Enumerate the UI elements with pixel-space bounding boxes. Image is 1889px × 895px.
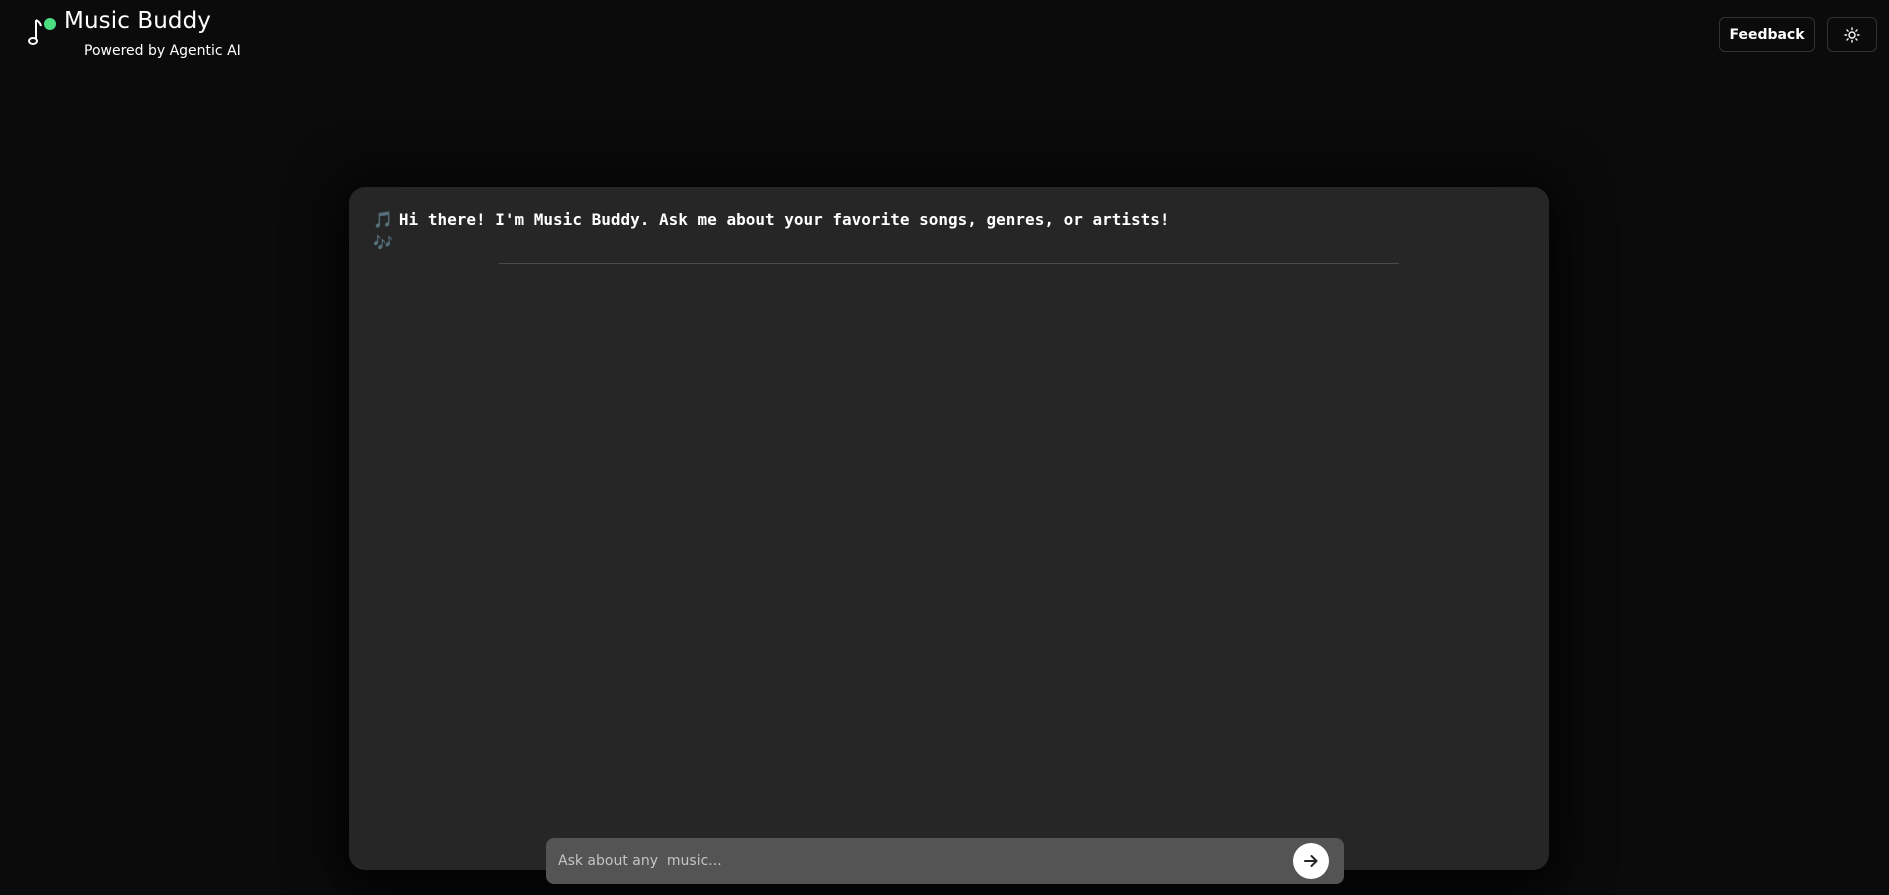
feedback-button[interactable]: Feedback (1719, 17, 1815, 52)
send-button[interactable] (1293, 843, 1329, 879)
app-header: Music Buddy Powered by Agentic AI Feedba… (0, 0, 1889, 70)
chat-input[interactable] (546, 838, 1286, 884)
welcome-message: 🎵 Hi there! I'm Music Buddy. Ask me about… (373, 208, 1273, 254)
welcome-text: Hi there! I'm Music Buddy. Ask me about … (398, 210, 1170, 229)
theme-toggle-button[interactable] (1827, 17, 1877, 52)
chat-input-bar (546, 838, 1344, 884)
music-note-icon (28, 18, 56, 45)
music-note-emoji-icon: 🎵 (373, 210, 393, 229)
message-divider (499, 263, 1399, 264)
chat-panel: 🎵 Hi there! I'm Music Buddy. Ask me about… (349, 187, 1549, 870)
arrow-right-icon (1304, 855, 1318, 867)
sun-icon (1844, 26, 1860, 43)
app-title: Music Buddy (64, 8, 212, 34)
app-subtitle: Powered by Agentic AI (84, 43, 241, 59)
music-notes-emoji-icon: 🎶 (373, 233, 393, 252)
